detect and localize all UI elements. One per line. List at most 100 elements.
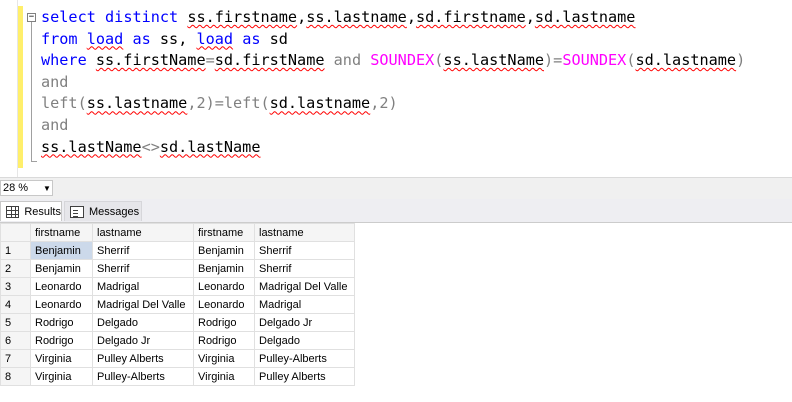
row-number[interactable]: 5 (0, 313, 31, 332)
grid-cell[interactable]: Benjamin (193, 259, 255, 278)
chevron-down-icon: ▼ (43, 184, 51, 193)
grid-cell[interactable]: Delgado (254, 331, 355, 350)
sql-token: sd (260, 29, 288, 48)
sql-code[interactable]: select distinct ss.firstname,ss.lastname… (41, 7, 745, 158)
row-number[interactable]: 2 (0, 259, 31, 278)
row-number[interactable]: 1 (0, 241, 31, 260)
row-number[interactable]: 4 (0, 295, 31, 314)
tab-messages-label: Messages (89, 205, 140, 218)
column-header[interactable]: firstname (30, 223, 93, 242)
grid-cell[interactable]: Leonardo (30, 277, 93, 296)
grid-cell[interactable]: Benjamin (30, 241, 93, 260)
grid-cell[interactable]: Pulley-Alberts (254, 349, 355, 368)
collapse-region-icon[interactable]: − (27, 13, 36, 22)
grid-cell[interactable]: Madrigal (254, 295, 355, 314)
grid-cell[interactable]: Pulley-Alberts (92, 367, 194, 386)
row-number-header[interactable] (0, 223, 31, 242)
sql-token: ss, (150, 29, 197, 48)
sql-token: <> (141, 137, 160, 156)
grid-cell[interactable]: Delgado Jr (92, 331, 194, 350)
grid-cell[interactable]: Rodrigo (193, 313, 255, 332)
code-line[interactable]: select distinct ss.firstname,ss.lastname… (41, 7, 745, 29)
grid-cell[interactable]: Delgado Jr (254, 313, 355, 332)
grid-cell[interactable]: Leonardo (193, 295, 255, 314)
grid-cell[interactable]: Virginia (193, 367, 255, 386)
sql-token: ss.firstname (187, 8, 298, 26)
sql-token: )= (544, 51, 563, 70)
sql-token: ss.firstName (95, 51, 206, 70)
sql-token: sd.lastname (534, 8, 636, 26)
tab-messages[interactable]: Messages (64, 201, 142, 221)
grid-cell[interactable]: Benjamin (30, 259, 93, 278)
sql-keyword: where (41, 51, 87, 70)
table-row[interactable]: 6 Rodrigo Delgado Jr Rodrigo Delgado (0, 331, 355, 350)
column-header[interactable]: lastname (254, 223, 355, 242)
grid-cell[interactable]: Leonardo (30, 295, 93, 314)
grid-cell[interactable]: Virginia (193, 349, 255, 368)
grid-cell[interactable]: Madrigal Del Valle (254, 277, 355, 296)
row-number[interactable]: 7 (0, 349, 31, 368)
grid-cell[interactable]: Virginia (30, 367, 93, 386)
grid-cell[interactable]: Rodrigo (30, 331, 93, 350)
sql-token: ,2) (370, 94, 398, 113)
header-row: firstname lastname firstname lastname (0, 223, 355, 242)
change-tracking-bar (18, 6, 23, 168)
results-tab-bar: Results Messages (0, 199, 792, 223)
editor-gutter (0, 0, 18, 177)
grid-cell[interactable]: Rodrigo (30, 313, 93, 332)
sql-keyword: as (132, 29, 151, 48)
code-line[interactable]: ss.lastName<>sd.lastName (41, 137, 745, 159)
sql-token: , (406, 8, 416, 26)
results-grid[interactable]: firstname lastname firstname lastname 1B… (0, 223, 355, 386)
sql-keyword: as (242, 29, 261, 48)
sql-function: SOUNDEX (562, 51, 627, 70)
grid-cell[interactable]: Madrigal (92, 277, 194, 296)
sql-token: sd.lastname (635, 51, 737, 70)
column-header[interactable]: lastname (92, 223, 194, 242)
query-editor[interactable]: − select distinct ss.firstname,ss.lastna… (0, 0, 792, 177)
sql-token: ss.lastName (41, 137, 142, 156)
code-line[interactable]: where ss.firstName=sd.firstName and SOUN… (41, 50, 745, 72)
sql-token: and (41, 72, 69, 91)
code-line[interactable]: and (41, 72, 745, 94)
grid-cell[interactable]: Sherrif (92, 241, 194, 260)
sql-token: left( (41, 94, 87, 113)
sql-token: = (205, 51, 215, 70)
grid-cell[interactable]: Pulley Alberts (92, 349, 194, 368)
grid-cell[interactable]: Pulley Alberts (254, 367, 355, 386)
sql-token: sd.firstName (214, 51, 325, 70)
row-number[interactable]: 3 (0, 277, 31, 296)
zoom-dropdown[interactable]: 28 % ▼ (0, 180, 53, 196)
grid-cell[interactable]: Benjamin (193, 241, 255, 260)
row-number[interactable]: 6 (0, 331, 31, 350)
zoom-value: 28 % (3, 182, 29, 194)
code-line[interactable]: from load as ss, load as sd (41, 29, 745, 51)
grid-cell[interactable]: Delgado (92, 313, 194, 332)
table-row[interactable]: 2 Benjamin Sherrif Benjamin Sherrif (0, 259, 355, 278)
collapse-region-line (31, 22, 32, 162)
row-number[interactable]: 8 (0, 367, 31, 386)
sql-keyword: load (196, 29, 234, 48)
code-line[interactable]: and (41, 115, 745, 137)
grid-cell[interactable]: Madrigal Del Valle (92, 295, 194, 314)
grid-cell[interactable]: Sherrif (254, 259, 355, 278)
table-row[interactable]: 7 Virginia Pulley Alberts Virginia Pulley-Al… (0, 349, 355, 368)
sql-keyword: load (86, 29, 124, 48)
column-header[interactable]: firstname (193, 223, 255, 242)
grid-cell[interactable]: Leonardo (193, 277, 255, 296)
grid-cell[interactable]: Rodrigo (193, 331, 255, 350)
tab-results[interactable]: Results (0, 201, 62, 221)
code-line[interactable]: left(ss.lastname,2)=left(sd.lastname,2) (41, 93, 745, 115)
table-row[interactable]: 4 Leonardo Madrigal Del Valle Leonardo Madri… (0, 295, 355, 314)
table-row[interactable]: 1 Benjamin Sherrif Benjamin Sherrif (0, 241, 355, 260)
grid-cell[interactable]: Sherrif (92, 259, 194, 278)
table-row[interactable]: 5 Rodrigo Delgado Rodrigo Delgado Jr (0, 313, 355, 332)
table-row[interactable]: 3 Leonardo Madrigal Leonardo Madrigal Del Va… (0, 277, 355, 296)
grid-cell[interactable]: Virginia (30, 349, 93, 368)
sql-token: and (41, 115, 69, 134)
table-row[interactable]: 8 Virginia Pulley-Alberts Virginia Pulley Al… (0, 367, 355, 386)
grid-cell[interactable]: Sherrif (254, 241, 355, 260)
